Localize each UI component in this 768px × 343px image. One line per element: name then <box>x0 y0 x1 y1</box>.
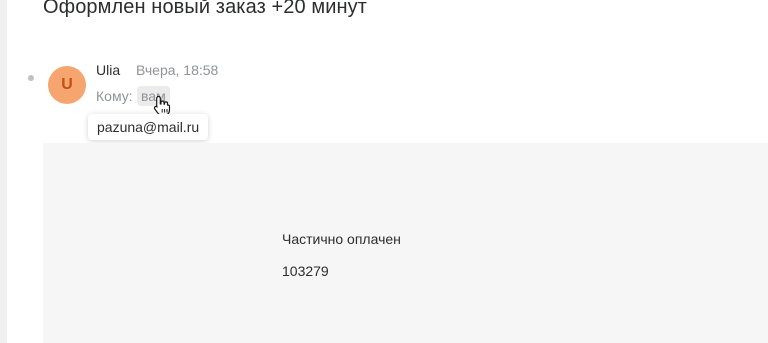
recipient-email-tooltip: pazuna@mail.ru <box>88 114 209 140</box>
message-date: Вчера, 18:58 <box>136 62 219 78</box>
left-panel-edge <box>0 0 7 343</box>
order-number: 103279 <box>282 263 329 279</box>
message-body: Частично оплачен 103279 <box>43 143 768 343</box>
email-subject: Оформлен новый заказ +20 минут <box>43 0 368 18</box>
order-status: Частично оплачен <box>282 231 401 247</box>
avatar-letter: U <box>61 76 73 93</box>
unread-dot-icon[interactable] <box>28 75 34 81</box>
sender-name[interactable]: Ulia <box>96 62 120 78</box>
sender-avatar[interactable]: U <box>48 66 86 104</box>
email-view: Оформлен новый заказ +20 минут U Ulia Вч… <box>0 0 768 343</box>
recipient-label: Кому: <box>96 88 133 104</box>
